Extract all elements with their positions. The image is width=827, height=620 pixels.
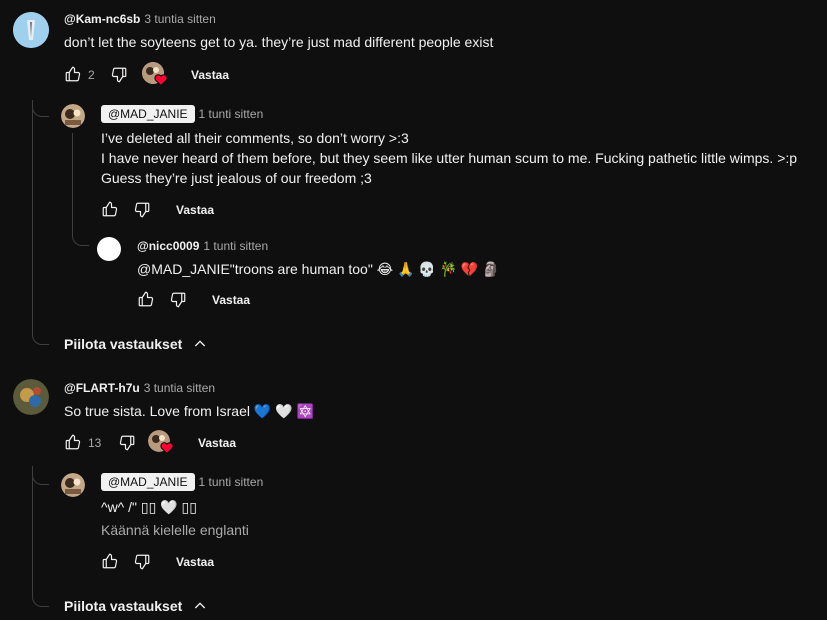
thumbs-up-icon[interactable] [64, 433, 82, 451]
thread-curve [32, 594, 49, 607]
thread-line [32, 466, 33, 594]
reply-text: @MAD_JANIE"troons are human too" 😂 🙏 💀 🎋… [137, 259, 500, 279]
author-name[interactable]: @FLART-h7u [64, 381, 140, 395]
comment-header: @MAD_JANIE 1 tunti sitten [101, 473, 263, 491]
like-count: 13 [88, 436, 102, 450]
timestamp[interactable]: 1 tunti sitten [199, 475, 264, 489]
avatar[interactable] [61, 473, 85, 497]
hide-replies-button[interactable]: Piilota vastaukset [64, 336, 208, 352]
hide-replies-label: Piilota vastaukset [64, 336, 183, 352]
timestamp[interactable]: 1 tunti sitten [203, 239, 268, 253]
avatar[interactable] [61, 104, 85, 128]
reply-button[interactable]: Vastaa [191, 68, 229, 82]
like-count: 2 [88, 68, 95, 82]
thread-curve [32, 472, 49, 485]
heart-icon [154, 74, 168, 86]
thread-line [72, 133, 73, 233]
timestamp[interactable]: 3 tuntia sitten [144, 12, 215, 26]
reply-text-line: I’ve deleted all their comments, so don’… [101, 130, 409, 146]
thread-curve [32, 104, 49, 117]
reply-text: ^w^ /" ▯▯ 🤍 ▯▯ [101, 499, 197, 515]
author-name[interactable]: @Kam-nc6sb [64, 12, 140, 26]
reply-button[interactable]: Vastaa [198, 436, 236, 450]
translate-link[interactable]: Käännä kielelle englanti [101, 520, 249, 540]
thread-line [32, 100, 33, 332]
thread-curve [32, 332, 49, 345]
creator-chip[interactable]: @MAD_JANIE [101, 473, 195, 491]
reply-button[interactable]: Vastaa [176, 203, 214, 217]
reply-text-line: I have never heard of them before, but t… [101, 150, 798, 166]
comment-header: @nicc0009 1 tunti sitten [137, 239, 268, 253]
thumbs-up-icon[interactable] [101, 552, 119, 570]
timestamp[interactable]: 1 tunti sitten [199, 107, 264, 121]
hide-replies-button[interactable]: Piilota vastaukset [64, 598, 208, 614]
author-name[interactable]: @nicc0009 [137, 239, 199, 253]
thread-curve [72, 233, 89, 246]
comment-header: @FLART-h7u 3 tuntia sitten [64, 381, 215, 395]
avatar[interactable] [13, 12, 49, 48]
chevron-up-icon [192, 598, 208, 614]
thumbs-down-icon[interactable] [118, 434, 136, 452]
thumbs-up-icon[interactable] [101, 200, 119, 218]
heart-icon [160, 442, 174, 454]
reply-button[interactable]: Vastaa [212, 293, 250, 307]
reply-button[interactable]: Vastaa [176, 555, 214, 569]
comment-header: @MAD_JANIE 1 tunti sitten [101, 105, 263, 123]
thumbs-up-icon[interactable] [64, 65, 82, 83]
hide-replies-label: Piilota vastaukset [64, 598, 183, 614]
creator-chip[interactable]: @MAD_JANIE [101, 105, 195, 123]
comment-header: @Kam-nc6sb 3 tuntia sitten [64, 12, 216, 26]
thumbs-down-icon[interactable] [133, 201, 151, 219]
chevron-up-icon [192, 336, 208, 352]
reply-text-line: Guess they’re just jealous of our freedo… [101, 170, 372, 186]
reply-text-content: @MAD_JANIE"troons are human too" 😂 🙏 💀 🎋… [137, 261, 500, 277]
comment-text: don’t let the soyteens get to ya. they’r… [64, 34, 494, 50]
thumbs-down-icon[interactable] [169, 291, 187, 309]
timestamp[interactable]: 3 tuntia sitten [144, 381, 215, 395]
thumbs-down-icon[interactable] [110, 66, 128, 84]
thumbs-down-icon[interactable] [133, 553, 151, 571]
comment-text: So true sista. Love from Israel 💙 🤍 🔯 [64, 403, 314, 419]
avatar[interactable] [97, 237, 121, 261]
avatar[interactable] [13, 379, 49, 415]
thumbs-up-icon[interactable] [137, 290, 155, 308]
